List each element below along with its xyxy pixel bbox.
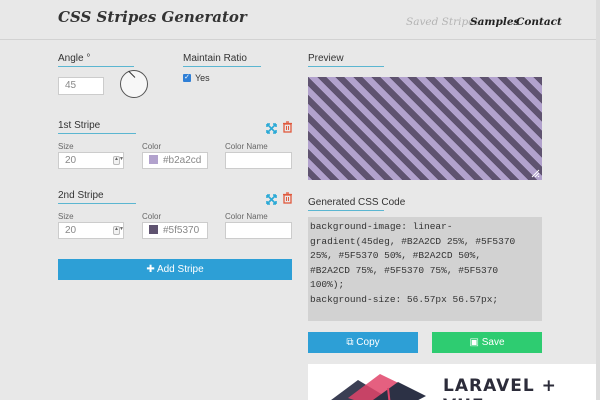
site-logo[interactable]: CSS Stripes Generator <box>58 8 247 26</box>
ratio-checkbox[interactable]: ✓ <box>183 74 191 82</box>
nav-contact[interactable]: Contact <box>516 16 562 28</box>
angle-label: Angle ° <box>58 53 91 64</box>
save-label: Save <box>481 337 505 348</box>
resize-handle-icon[interactable] <box>531 169 540 178</box>
stripe2-name-label: Color Name <box>225 212 268 221</box>
nav-samples[interactable]: Samples <box>470 16 519 28</box>
save-button[interactable]: ▣ Save <box>432 332 542 353</box>
stripe2-color-label: Color <box>142 212 162 221</box>
stripe2-size-label: Size <box>58 212 74 221</box>
spinner-icon[interactable]: ▲▼ <box>113 226 124 235</box>
add-stripe-button[interactable]: ✚ Add Stripe <box>58 259 292 280</box>
expand-icon[interactable] <box>266 121 277 134</box>
ad-illustration <box>331 374 426 400</box>
stripe1-title: 1st Stripe <box>58 120 101 131</box>
preview-label: Preview <box>308 53 344 64</box>
expand-icon[interactable] <box>266 192 277 205</box>
stripe1-underline <box>58 133 136 134</box>
ratio-underline <box>183 66 261 67</box>
stripe1-color-value: #b2a2cd <box>163 155 202 166</box>
generated-css-code[interactable]: background-image: linear- gradient(45deg… <box>308 217 542 321</box>
copy-icon: ⧉ <box>346 337 354 348</box>
stripe1-name-label: Color Name <box>225 142 268 151</box>
ratio-option: Yes <box>195 73 210 83</box>
ratio-label: Maintain Ratio <box>183 53 247 64</box>
add-stripe-label: Add Stripe <box>156 264 204 275</box>
code-underline <box>308 210 384 211</box>
stripe1-color-input[interactable]: #b2a2cd <box>142 152 208 169</box>
stripe2-underline <box>58 203 136 204</box>
stripe2-size-value: 20 <box>65 225 77 236</box>
dial-needle <box>128 70 136 78</box>
preview-underline <box>308 66 384 67</box>
angle-underline <box>58 66 134 67</box>
ad-title: LARAVEL + VUE <box>443 376 557 400</box>
color-swatch <box>149 225 158 234</box>
floppy-icon: ▣ <box>469 337 479 348</box>
stripe2-size-input[interactable]: 20 ▲▼ <box>58 222 124 239</box>
stripe1-name-input[interactable] <box>225 152 292 169</box>
stripe-preview <box>308 77 542 180</box>
stripe1-size-label: Size <box>58 142 74 151</box>
stripe1-size-input[interactable]: 20 ▲▼ <box>58 152 124 169</box>
stripe1-color-label: Color <box>142 142 162 151</box>
stripe1-size-value: 20 <box>65 155 77 166</box>
angle-dial[interactable] <box>120 70 148 98</box>
ad-banner[interactable]: LARAVEL + VUE <box>308 364 600 400</box>
trash-icon[interactable] <box>282 120 293 133</box>
code-label: Generated CSS Code <box>308 197 406 208</box>
top-navbar: CSS Stripes Generator Saved Stripes Samp… <box>0 0 600 40</box>
spinner-icon[interactable]: ▲▼ <box>113 156 124 165</box>
plus-icon: ✚ <box>146 264 155 275</box>
copy-label: Copy <box>356 337 380 348</box>
page-scrollbar[interactable] <box>596 0 600 400</box>
color-swatch <box>149 155 158 164</box>
stripe2-color-value: #5f5370 <box>163 225 200 236</box>
stripe2-title: 2nd Stripe <box>58 190 104 201</box>
angle-input[interactable]: 45 <box>58 77 104 95</box>
nav-saved-stripes[interactable]: Saved Stripes <box>406 16 480 28</box>
stripe2-name-input[interactable] <box>225 222 292 239</box>
stripe2-color-input[interactable]: #5f5370 <box>142 222 208 239</box>
copy-button[interactable]: ⧉ Copy <box>308 332 418 353</box>
trash-icon[interactable] <box>282 191 293 204</box>
